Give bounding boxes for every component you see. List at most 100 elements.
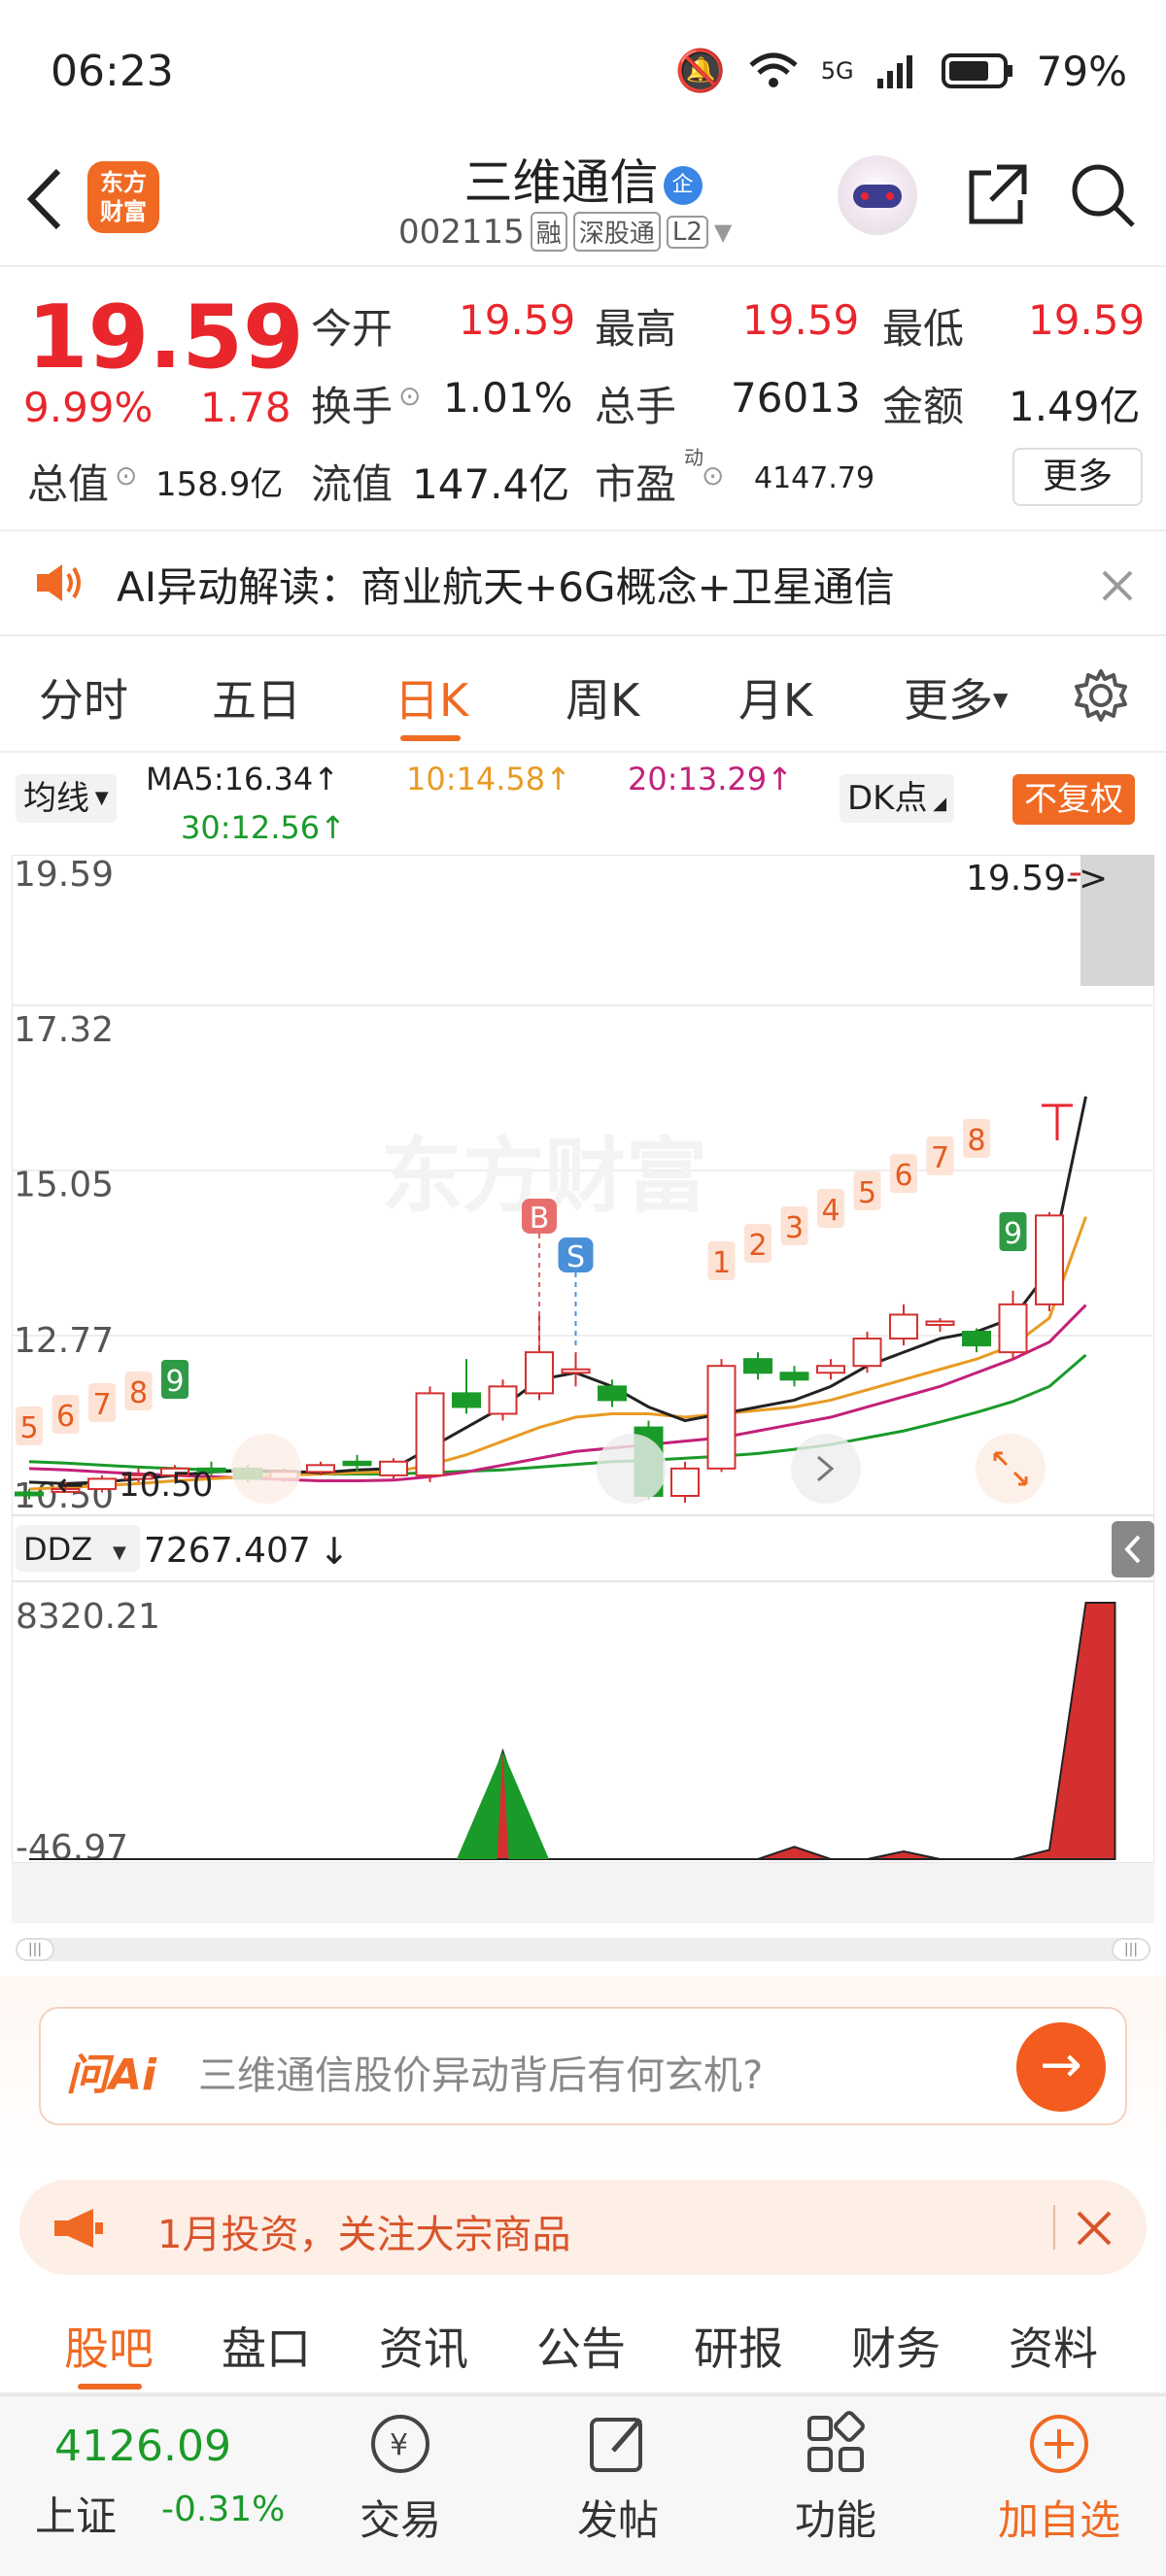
- candle-body: [342, 1460, 372, 1467]
- ask-ai-box[interactable]: 问Ai 三维通信股价异动背后有何玄机? →: [39, 2007, 1127, 2125]
- tab-weekly-k[interactable]: 周K: [566, 665, 639, 729]
- tab-five-day[interactable]: 五日: [212, 665, 301, 729]
- scroll-handle-right[interactable]: |||: [1112, 1938, 1150, 1961]
- ma10-value: 10:14.58↑: [406, 761, 571, 797]
- ddz-label: DDZ: [23, 1531, 92, 1568]
- status-icons: 🔕 5G 79%: [674, 47, 1127, 95]
- info-icon[interactable]: ⊙: [398, 380, 421, 412]
- ddz-bottom: -46.97: [16, 1828, 128, 1868]
- add-watchlist-button[interactable]: 加自选: [981, 2410, 1137, 2547]
- high-label: 最高: [595, 305, 677, 353]
- open-label: 今开: [311, 305, 394, 353]
- candle-body: [598, 1385, 627, 1402]
- candle-body: [743, 1358, 772, 1374]
- nine-turn-label: 7: [92, 1388, 111, 1422]
- ma-select[interactable]: 均线 ▼: [16, 774, 117, 823]
- trade-button[interactable]: ¥ 交易: [342, 2410, 459, 2547]
- tab-finance[interactable]: 财务: [851, 2314, 941, 2378]
- nine-turn-label: 9: [165, 1365, 184, 1399]
- index-ticker[interactable]: 4126.09 上证 -0.31%: [35, 2422, 307, 2558]
- low-marker: ← 10.50: [56, 1466, 213, 1505]
- mktcap-label: 总值: [27, 460, 110, 508]
- yen-exchange-icon: ¥: [371, 2415, 429, 2473]
- nine-turn-label: 3: [785, 1211, 804, 1245]
- more-button[interactable]: 更多: [1012, 448, 1143, 506]
- candle-body: [525, 1351, 554, 1395]
- candle-body: [87, 1477, 117, 1490]
- candle-body: [15, 1491, 44, 1497]
- ask-ai-logo: 问Ai: [66, 2051, 157, 2100]
- signal-icon: [876, 55, 912, 88]
- function-button[interactable]: 功能: [777, 2410, 894, 2547]
- candle-body: [415, 1392, 445, 1476]
- close-icon[interactable]: [1075, 2209, 1114, 2248]
- scroll-handle-left[interactable]: |||: [16, 1938, 54, 1961]
- nine-turn-label: 8: [967, 1124, 985, 1158]
- post-button[interactable]: 发帖: [560, 2410, 676, 2547]
- chart-scrollbar[interactable]: ||| |||: [16, 1938, 1150, 1961]
- tab-pankou[interactable]: 盘口: [222, 2314, 311, 2378]
- last-price: 19.59: [27, 287, 304, 389]
- chevron-down-icon: ▼: [993, 688, 1009, 711]
- low-marker-arrow: ←: [56, 1466, 85, 1505]
- kline-chart[interactable]: 东方财富 19.59 17.32 15.05 12.77 10.50 567891234…: [11, 854, 1155, 1923]
- ai-banner[interactable]: AI异动解读：商业航天+6G概念+卫星通信: [0, 529, 1166, 636]
- info-icon[interactable]: ⊙: [702, 459, 724, 491]
- status-bar: 06:23 🔕 5G 79%: [0, 0, 1166, 146]
- ddz-arrow: ↓: [319, 1530, 350, 1573]
- tab-intraday[interactable]: 分时: [39, 665, 128, 729]
- grid-icon: [807, 2411, 865, 2472]
- amount-value: 1.49亿: [1009, 383, 1141, 430]
- promo-banner[interactable]: 1月投资，关注大宗商品: [19, 2180, 1147, 2275]
- tab-daily-k[interactable]: 日K: [394, 665, 468, 729]
- tab-guba[interactable]: 股吧: [64, 2314, 154, 2378]
- tab-announcements[interactable]: 公告: [536, 2314, 626, 2378]
- robot-avatar-icon[interactable]: [838, 155, 917, 235]
- chart-tabs: 分时 五日 日K 周K 月K 更多▼: [0, 636, 1166, 753]
- zoom-out-button[interactable]: [231, 1434, 301, 1504]
- tag-margin: 融: [530, 212, 567, 252]
- collapse-handle[interactable]: [1112, 1521, 1154, 1577]
- tab-research[interactable]: 研报: [694, 2314, 783, 2378]
- candle-body: [816, 1365, 845, 1374]
- tab-more[interactable]: 更多▼: [904, 665, 1008, 729]
- post-label: 发帖: [576, 2496, 659, 2544]
- ma20-value: 20:13.29↑: [628, 761, 793, 797]
- high-value: 19.59: [742, 296, 860, 344]
- quote-panel: 19.59 9.99% 1.78 总值 ⊙ 158.9亿 今开 19.59 最高…: [0, 267, 1166, 529]
- amount-label: 金额: [882, 383, 965, 430]
- stock-code: 002115: [398, 212, 525, 252]
- price-axis-label: 19.59: [14, 855, 114, 895]
- nine-turn-label: 6: [894, 1159, 912, 1193]
- gear-icon[interactable]: [1073, 667, 1129, 724]
- ai-banner-text: AI异动解读：商业航天+6G概念+卫星通信: [117, 563, 895, 611]
- candle-body: [706, 1365, 737, 1470]
- dk-button[interactable]: DK点 ◢: [840, 774, 955, 823]
- chevron-down-icon[interactable]: ▼: [714, 219, 732, 246]
- tab-monthly-k[interactable]: 月K: [738, 665, 812, 729]
- search-icon[interactable]: [1069, 161, 1137, 229]
- speaker-icon: [37, 564, 81, 601]
- fq-button[interactable]: 不复权: [1012, 774, 1135, 825]
- share-icon[interactable]: [962, 161, 1030, 229]
- arrow-right-icon[interactable]: →: [1016, 2022, 1106, 2112]
- tab-profile[interactable]: 资料: [1009, 2314, 1098, 2378]
- pe-value: 4147.79: [754, 461, 875, 495]
- active-tab-indicator: [400, 735, 461, 741]
- info-icon[interactable]: ⊙: [115, 459, 137, 491]
- close-icon[interactable]: [1100, 568, 1135, 603]
- buy-signal-label: B: [530, 1202, 550, 1236]
- candle-body: [452, 1392, 481, 1408]
- change-percent: 9.99%: [23, 384, 154, 431]
- tab-news[interactable]: 资讯: [379, 2314, 468, 2378]
- kline-chart-svg[interactable]: 东方财富 19.5917.3215.0512.7710.50 5 6 7 8 91234…: [11, 854, 1155, 1923]
- nav-right-button[interactable]: [791, 1434, 861, 1504]
- nav-left-button[interactable]: [597, 1434, 667, 1504]
- nine-turn-label: 2: [748, 1229, 767, 1263]
- edit-icon: [590, 2418, 642, 2472]
- low-marker-value: 10.50: [119, 1466, 213, 1505]
- price-axis-label: 12.77: [14, 1321, 114, 1361]
- turnover-label: 换手: [311, 383, 394, 430]
- nine-turn-label: 1: [712, 1246, 731, 1280]
- expand-button[interactable]: [976, 1434, 1046, 1504]
